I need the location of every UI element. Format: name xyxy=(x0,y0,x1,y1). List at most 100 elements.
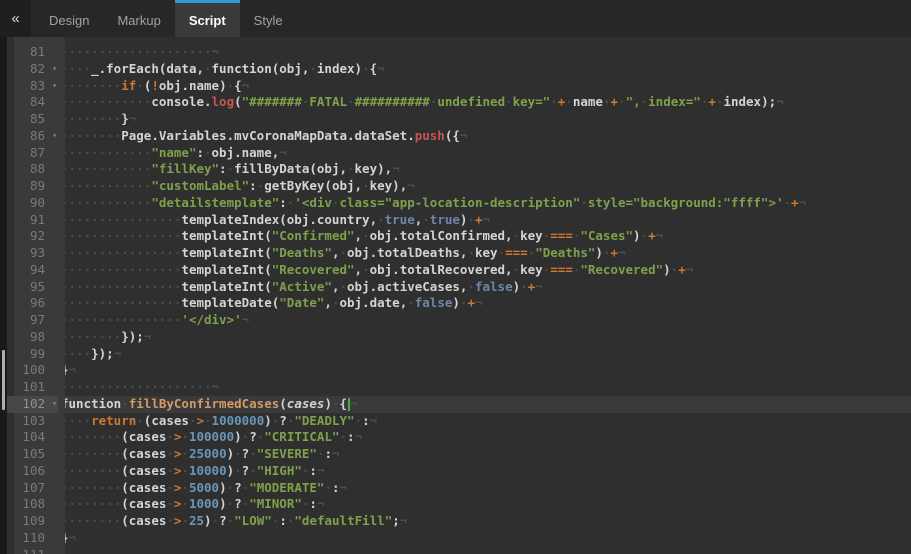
eol-mark: ¬ xyxy=(340,480,348,495)
code-line-text: ····_.forEach(data,·function(obj,·index)… xyxy=(58,61,911,78)
code-row[interactable]: 104········(cases·>·100000)·?·"CRITICAL"… xyxy=(7,429,911,446)
code-row[interactable]: 90············"detailstemplate":·'<div·c… xyxy=(7,195,911,212)
code-row[interactable]: 105········(cases·>·25000)·?·"SEVERE"·:¬ xyxy=(7,446,911,463)
code-row[interactable]: 106········(cases·>·10000)·?·"HIGH"·:¬ xyxy=(7,463,911,480)
tab-script[interactable]: Script xyxy=(175,0,240,37)
eol-mark: ¬ xyxy=(355,429,363,444)
eol-mark: ¬ xyxy=(69,362,77,377)
eol-mark: ¬ xyxy=(686,262,694,277)
code-row[interactable]: 108········(cases·>·1000)·?·"MINOR"·:¬ xyxy=(7,496,911,513)
code-row[interactable]: 96················templateDate("Date",·o… xyxy=(7,295,911,312)
line-number: 97 xyxy=(7,312,58,329)
line-number: 105 xyxy=(7,446,58,463)
script-code-area[interactable]: 81····················¬82▾····_.forEach(… xyxy=(7,37,911,554)
eol-mark: ¬ xyxy=(407,178,415,193)
code-line-text: ········(cases·>·25000)·?·"SEVERE"·:¬ xyxy=(58,446,911,463)
line-number: 99 xyxy=(7,346,58,363)
code-row[interactable]: 85········}¬ xyxy=(7,111,911,128)
line-number: 110 xyxy=(7,530,58,547)
code-row[interactable]: 93················templateInt("Deaths",·… xyxy=(7,245,911,262)
line-number: 98 xyxy=(7,329,58,346)
code-row[interactable]: 94················templateInt("Recovered… xyxy=(7,262,911,279)
code-row[interactable]: 110}¬ xyxy=(7,530,911,547)
eol-mark: ¬ xyxy=(350,396,358,411)
code-row[interactable]: 92················templateInt("Confirmed… xyxy=(7,228,911,245)
code-line-text: }¬ xyxy=(58,530,911,547)
fold-arrow-icon[interactable]: ▾ xyxy=(52,79,57,93)
line-number: 83▾ xyxy=(7,78,58,95)
code-row[interactable]: 100}¬ xyxy=(7,362,911,379)
code-line-text: ········(cases·>·10000)·?·"HIGH"·:¬ xyxy=(58,463,911,480)
code-rows: 81····················¬82▾····_.forEach(… xyxy=(7,44,911,554)
code-line-text: ········Page.Variables.mvCoronaMapData.d… xyxy=(58,128,911,145)
code-line-text: ················templateInt("Confirmed",… xyxy=(58,228,911,245)
fold-arrow-icon[interactable]: ▾ xyxy=(52,62,57,76)
code-row[interactable]: 82▾····_.forEach(data,·function(obj,·ind… xyxy=(7,61,911,78)
eol-mark: ¬ xyxy=(242,78,250,93)
code-row[interactable]: 101····················¬ xyxy=(7,379,911,396)
code-editor[interactable]: 81····················¬82▾····_.forEach(… xyxy=(0,37,911,554)
eol-mark: ¬ xyxy=(392,161,400,176)
eol-mark: ¬ xyxy=(332,446,340,461)
code-row[interactable]: 111 xyxy=(7,547,911,554)
left-scrollbar-thumb[interactable] xyxy=(2,350,5,410)
code-row[interactable]: 87············"name":·obj.name,¬ xyxy=(7,145,911,162)
code-line-text: ············"detailstemplate":·'<div·cla… xyxy=(58,195,911,212)
code-line-text: ················templateDate("Date",·obj… xyxy=(58,295,911,312)
code-line-text: ············"customLabel":·getByKey(obj,… xyxy=(58,178,911,195)
eol-mark: ¬ xyxy=(69,530,77,545)
tab-style[interactable]: Style xyxy=(240,0,297,37)
code-row[interactable]: 89············"customLabel":·getByKey(ob… xyxy=(7,178,911,195)
eol-mark: ¬ xyxy=(279,145,287,160)
code-row[interactable]: 98········});¬ xyxy=(7,329,911,346)
fold-arrow-icon[interactable]: ▾ xyxy=(52,397,57,411)
code-row[interactable]: 99····});¬ xyxy=(7,346,911,363)
eol-mark: ¬ xyxy=(212,379,220,394)
eol-mark: ¬ xyxy=(475,295,483,310)
line-number: 92 xyxy=(7,228,58,245)
code-line-text: ········(cases·>·25)·?·"LOW"·:·"defaultF… xyxy=(58,513,911,530)
code-row[interactable]: 83▾········if·(!obj.name)·{¬ xyxy=(7,78,911,95)
line-number: 107 xyxy=(7,480,58,497)
line-number: 104 xyxy=(7,429,58,446)
code-row[interactable]: 91················templateIndex(obj.coun… xyxy=(7,212,911,229)
code-line-text: ········(cases·>·5000)·?·"MODERATE"·:¬ xyxy=(58,480,911,497)
top-tab-bar: « DesignMarkupScriptStyle xyxy=(0,0,911,37)
eol-mark: ¬ xyxy=(242,312,250,327)
code-line-text: ········(cases·>·1000)·?·"MINOR"·:¬ xyxy=(58,496,911,513)
code-line-text: ····return·(cases·>·1000000)·?·"DEADLY"·… xyxy=(58,413,911,430)
left-scrollbar-track[interactable] xyxy=(0,37,7,554)
code-row[interactable]: 95················templateInt("Active",·… xyxy=(7,279,911,296)
code-row[interactable]: 97················'</div>'¬ xyxy=(7,312,911,329)
line-number: 81 xyxy=(7,44,58,61)
line-number: 91 xyxy=(7,212,58,229)
line-number: 86▾ xyxy=(7,128,58,145)
code-row[interactable]: 84············console.log("#######·FATAL… xyxy=(7,94,911,111)
line-number: 95 xyxy=(7,279,58,296)
code-line-text: ····});¬ xyxy=(58,346,911,363)
line-number: 100 xyxy=(7,362,58,379)
eol-mark: ¬ xyxy=(370,413,378,428)
code-row[interactable]: 102▾function·fillByConfirmedCases(cases)… xyxy=(7,396,911,413)
line-number: 96 xyxy=(7,295,58,312)
eol-mark: ¬ xyxy=(656,228,664,243)
eol-mark: ¬ xyxy=(317,463,325,478)
code-row[interactable]: 86▾········Page.Variables.mvCoronaMapDat… xyxy=(7,128,911,145)
code-line-text: ····················¬ xyxy=(58,44,911,61)
tab-markup[interactable]: Markup xyxy=(103,0,174,37)
eol-mark: ¬ xyxy=(114,346,122,361)
eol-mark: ¬ xyxy=(377,61,385,76)
code-row[interactable]: 88············"fillKey":·fillByData(obj,… xyxy=(7,161,911,178)
eol-mark: ¬ xyxy=(460,128,468,143)
code-row[interactable]: 103····return·(cases·>·1000000)·?·"DEADL… xyxy=(7,413,911,430)
tab-design[interactable]: Design xyxy=(35,0,103,37)
code-line-text: ················'</div>'¬ xyxy=(58,312,911,329)
code-row[interactable]: 81····················¬ xyxy=(7,44,911,61)
fold-arrow-icon[interactable]: ▾ xyxy=(52,129,57,143)
code-line-text: ············"fillKey":·fillByData(obj,·k… xyxy=(58,161,911,178)
code-row[interactable]: 107········(cases·>·5000)·?·"MODERATE"·:… xyxy=(7,480,911,497)
collapse-panel-icon[interactable]: « xyxy=(0,0,31,37)
code-line-text: ········(cases·>·100000)·?·"CRITICAL"·:¬ xyxy=(58,429,911,446)
code-row[interactable]: 109········(cases·>·25)·?·"LOW"·:·"defau… xyxy=(7,513,911,530)
code-line-text xyxy=(58,547,911,554)
